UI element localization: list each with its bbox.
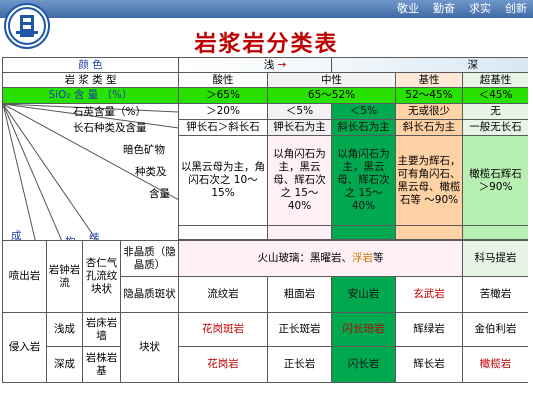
rock-peridotite: 橄榄岩 bbox=[462, 346, 528, 383]
feldspar-acid: 钾长石＞斜长石 bbox=[178, 119, 269, 136]
rock-andesite: 安山岩 bbox=[331, 276, 397, 313]
rock-gabbro: 辉长岩 bbox=[395, 346, 464, 383]
sio2-acid: ＞65% bbox=[178, 87, 269, 104]
sio2-label: SiO₂ 含 量 （%） bbox=[2, 87, 180, 104]
type-intermediate: 中性 bbox=[267, 72, 397, 88]
rock-diorite: 闪长岩 bbox=[331, 346, 397, 383]
quartz-intermediate-1: ＜5% bbox=[267, 103, 333, 120]
dark-intermediate-1: 以角闪石为主，黑云母、辉石次之 15～40% bbox=[267, 135, 333, 226]
dark-mineral-label-2: 种类及 bbox=[135, 166, 167, 178]
axis-diagonal-header: 石英含量（%） 长石种类及含量 暗色矿物 种类及 含量 成 因 类 型 产 状 … bbox=[2, 103, 180, 241]
rock-picrite: 苦橄岩 bbox=[462, 276, 528, 313]
quartz-basic: 无或很少 bbox=[395, 103, 464, 120]
top-nav: 敬业 勤奋 求实 创新 bbox=[397, 1, 527, 17]
quartz-acid: ＞20% bbox=[178, 103, 269, 120]
dark-intermediate-2: 以角闪石为主，黑云母、辉石次之 15～40% bbox=[331, 135, 397, 226]
feldspar-intermediate-2: 斜长石为主 bbox=[331, 119, 397, 136]
classification-table: 颜 色 浅 → 深 岩 浆 类 型 酸性 中性 基性 超基性 SiO₂ 含 量 … bbox=[2, 57, 528, 400]
quartz-ultrabasic: 无 bbox=[462, 103, 528, 120]
axis-label: 结 bbox=[89, 232, 100, 241]
feldspar-intermediate-1: 钾长石为主 bbox=[267, 119, 333, 136]
type-acid: 酸性 bbox=[178, 72, 269, 88]
rock-syenite: 正长岩 bbox=[267, 346, 333, 383]
dark-ultrabasic: 橄榄石辉石 ＞90% bbox=[462, 135, 528, 226]
intrusive-structure: 块状 bbox=[119, 312, 180, 383]
intrusive-label: 侵入岩 bbox=[2, 312, 47, 383]
sio2-basic: 52～45% bbox=[395, 87, 464, 104]
volcanic-glass: 火山玻璃：黑曜岩、浮岩等 bbox=[178, 240, 464, 277]
color-label: 颜 色 bbox=[2, 57, 180, 73]
rock-rhyolite: 流纹岩 bbox=[178, 276, 269, 313]
rock-syenite-porphyry: 正长斑岩 bbox=[267, 312, 333, 347]
quartz-label: 石英含量（%） bbox=[73, 106, 146, 118]
sio2-ultrabasic: ＜45% bbox=[462, 87, 528, 104]
type-basic: 基性 bbox=[395, 72, 464, 88]
rock-granite: 花岗岩 bbox=[178, 346, 269, 383]
nav-item[interactable]: 勤奋 bbox=[433, 1, 455, 17]
dark-basic: 主要为辉石，可有角闪石、黑云母、橄榄石等 ～90% bbox=[395, 135, 464, 226]
sio2-intermediate: 65～52% bbox=[267, 87, 397, 104]
quartz-intermediate-2: ＜5% bbox=[331, 103, 397, 120]
rock-trachyte: 粗面岩 bbox=[267, 276, 333, 313]
extrusive-forms: 岩钟岩流 bbox=[46, 240, 83, 313]
komatiite: 科马提岩 bbox=[462, 240, 528, 277]
nav-item[interactable]: 求实 bbox=[469, 1, 491, 17]
feldspar-label: 长石种类及含量 bbox=[73, 122, 147, 134]
rock-granite-porphyry: 花岗斑岩 bbox=[178, 312, 269, 347]
feldspar-basic: 斜长石为主 bbox=[395, 119, 464, 136]
deep-forms: 岩株岩基 bbox=[82, 346, 121, 383]
color-deep: 深 bbox=[331, 57, 528, 73]
extrusive-texture-1: 非晶质（隐晶质） bbox=[119, 240, 180, 277]
magma-type-label: 岩 浆 类 型 bbox=[2, 72, 180, 88]
extrusive-texture-2: 隐晶质斑状 bbox=[119, 276, 180, 313]
rock-basalt: 玄武岩 bbox=[395, 276, 464, 313]
nav-item[interactable]: 敬业 bbox=[397, 1, 419, 17]
top-banner: 敬业 勤奋 求实 创新 bbox=[0, 0, 533, 18]
rock-kimberlite: 金伯利岩 bbox=[462, 312, 528, 347]
dark-mineral-label-3: 含量 bbox=[149, 188, 170, 200]
axis-label: 构 bbox=[65, 236, 76, 240]
type-ultrabasic: 超基性 bbox=[462, 72, 528, 88]
extrusive-structure: 杏仁气孔流纹块状 bbox=[82, 240, 121, 313]
shallow-label: 浅成 bbox=[46, 312, 83, 347]
shallow-forms: 岩床岩墙 bbox=[82, 312, 121, 347]
dark-mineral-label: 暗色矿物 bbox=[123, 144, 165, 156]
deep-label: 深成 bbox=[46, 346, 83, 383]
axis-label: 成 bbox=[11, 230, 22, 241]
page-title: 岩浆岩分类表 bbox=[194, 32, 339, 57]
rock-diorite-porphyrite: 闪长玢岩 bbox=[331, 312, 397, 347]
nav-item[interactable]: 创新 bbox=[505, 1, 527, 17]
rock-diabase: 辉绿岩 bbox=[395, 312, 464, 347]
color-shallow: 浅 → bbox=[178, 57, 333, 73]
extrusive-label: 喷出岩 bbox=[2, 240, 47, 313]
dark-acid: 以黑云母为主，角闪石次之 10～15% bbox=[178, 135, 269, 226]
feldspar-ultrabasic: 一般无长石 bbox=[462, 119, 528, 136]
